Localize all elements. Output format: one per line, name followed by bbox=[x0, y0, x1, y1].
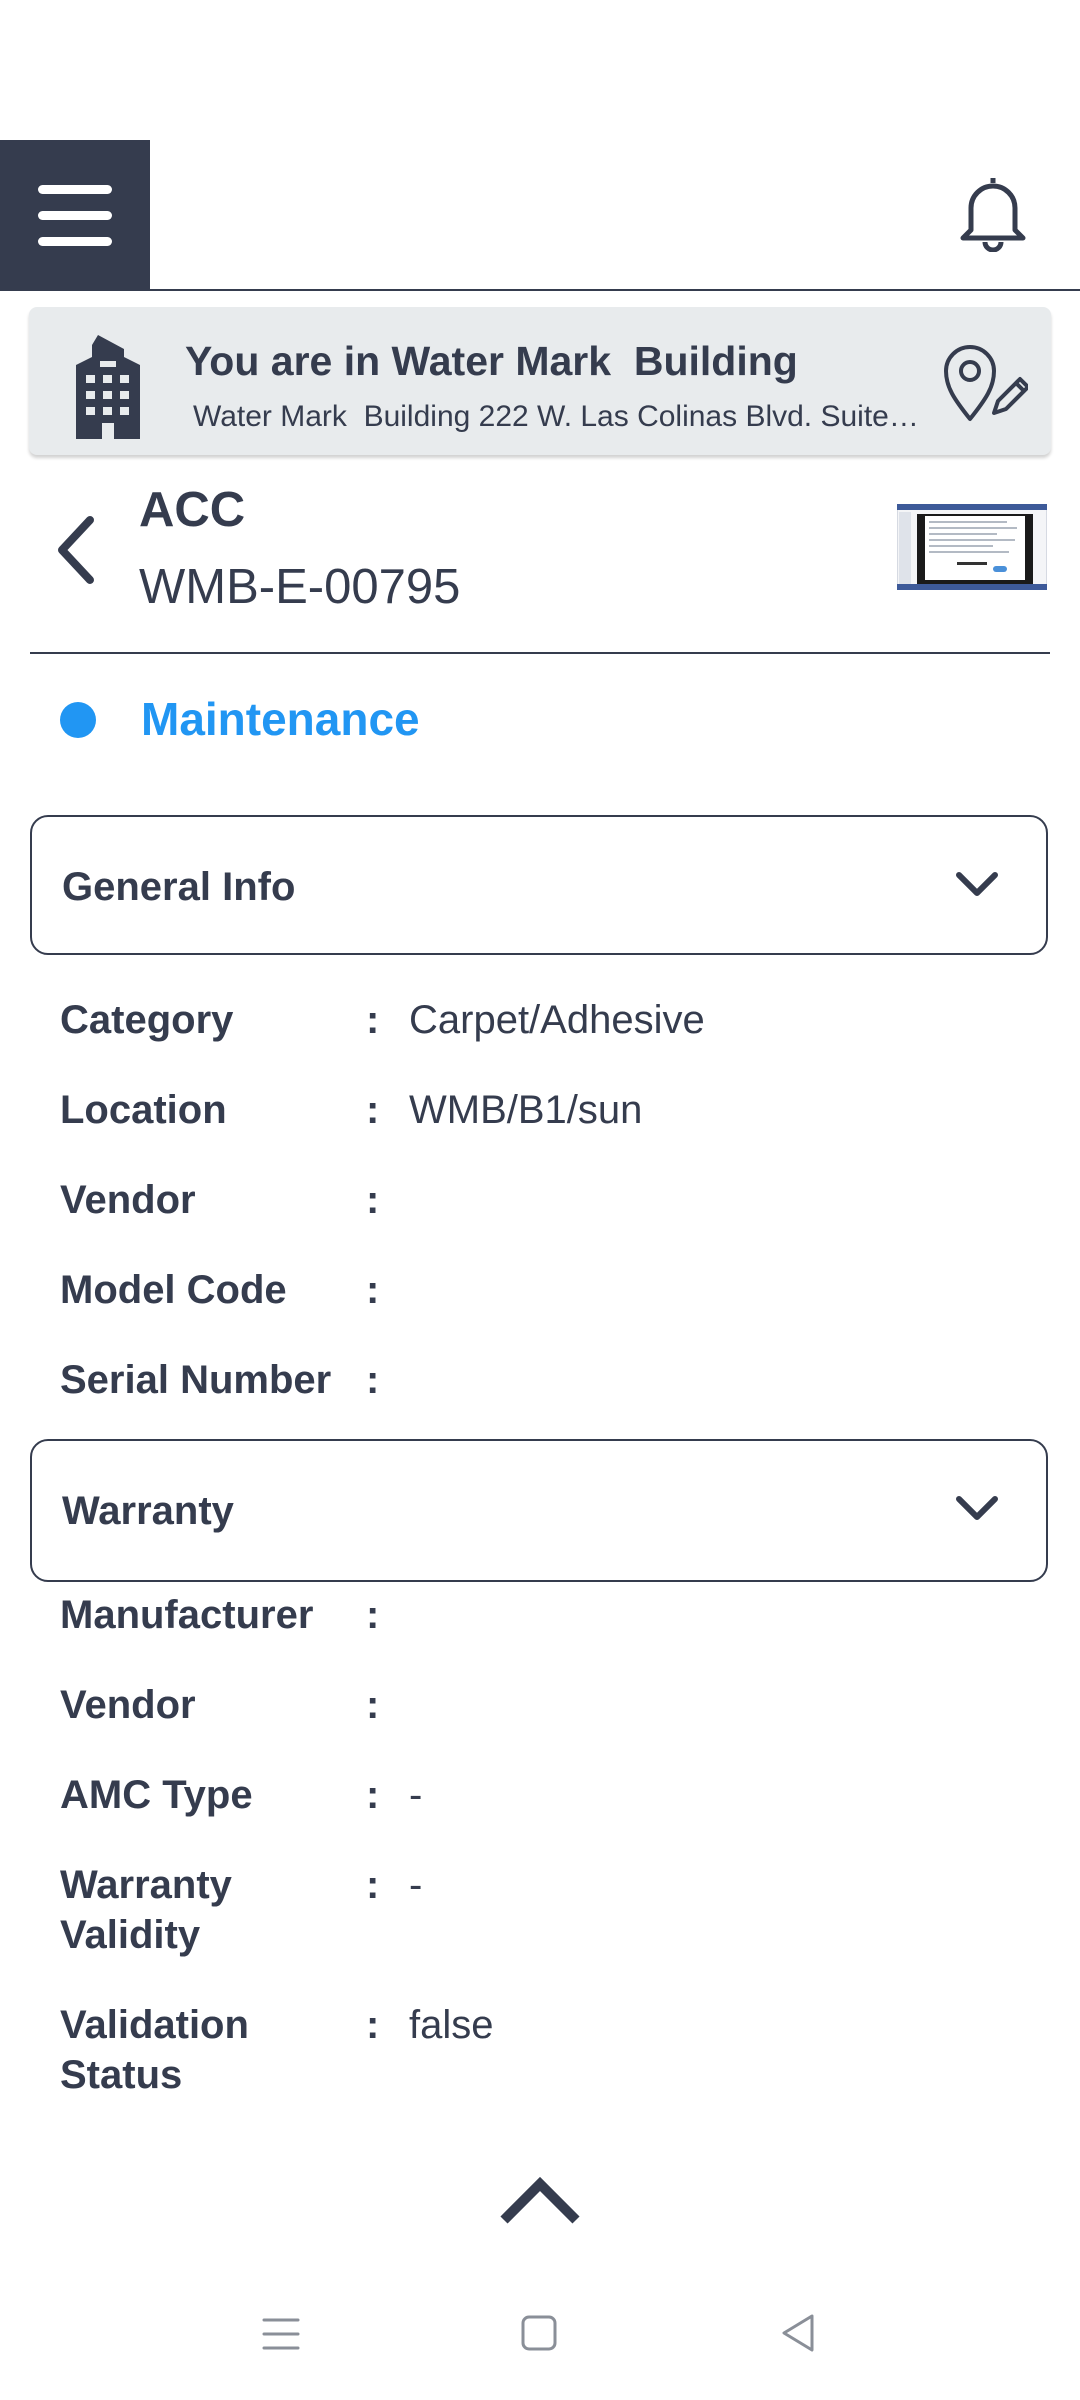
field-value: WMB/B1/sun bbox=[409, 1088, 643, 1132]
menu-button[interactable] bbox=[0, 140, 150, 290]
field-separator: : bbox=[366, 1773, 380, 1817]
field-value: - bbox=[409, 1863, 423, 1907]
field-label: Manufacturer bbox=[60, 1593, 314, 1637]
hamburger-line bbox=[38, 185, 112, 194]
location-pin-edit-icon[interactable] bbox=[942, 343, 1030, 423]
header-divider bbox=[30, 652, 1050, 654]
field-separator: : bbox=[366, 1358, 380, 1402]
scroll-to-top-chevron-icon[interactable] bbox=[498, 2172, 582, 2228]
field-separator: : bbox=[366, 1863, 380, 1907]
status-dot-icon bbox=[60, 702, 96, 738]
field-value: false bbox=[409, 2003, 494, 2047]
location-address: Water Mark Building 222 W. Las Colinas B… bbox=[193, 400, 923, 433]
section-title: Warranty bbox=[62, 1489, 234, 1533]
field-separator: : bbox=[366, 2003, 380, 2047]
warranty-accordion[interactable]: Warranty bbox=[30, 1439, 1048, 1582]
field-label: Vendor bbox=[60, 1178, 196, 1222]
asset-title: ACC bbox=[139, 483, 246, 537]
home-icon[interactable] bbox=[520, 2314, 558, 2352]
chevron-down-icon bbox=[954, 865, 1000, 905]
building-icon bbox=[70, 335, 146, 443]
system-back-icon[interactable] bbox=[780, 2312, 816, 2354]
field-label: Warranty Validity bbox=[60, 1863, 232, 1957]
field-label: Validation Status bbox=[60, 2003, 249, 2097]
chevron-down-icon bbox=[954, 1489, 1000, 1529]
field-label: Serial Number bbox=[60, 1358, 332, 1402]
notification-bell-icon[interactable] bbox=[956, 172, 1030, 253]
recent-apps-icon[interactable] bbox=[262, 2316, 300, 2352]
asset-image-thumbnail[interactable] bbox=[896, 503, 1048, 591]
status-label: Maintenance bbox=[141, 693, 420, 745]
field-label: Category bbox=[60, 998, 234, 1042]
field-separator: : bbox=[366, 1178, 380, 1222]
back-chevron-icon[interactable] bbox=[52, 510, 102, 590]
general-info-accordion[interactable]: General Info bbox=[30, 815, 1048, 955]
field-value: Carpet/Adhesive bbox=[409, 998, 705, 1042]
field-label: AMC Type bbox=[60, 1773, 253, 1817]
field-label: Location bbox=[60, 1088, 227, 1132]
field-value: - bbox=[409, 1773, 423, 1817]
header-divider bbox=[0, 289, 1080, 291]
field-separator: : bbox=[366, 1593, 380, 1637]
field-separator: : bbox=[366, 1268, 380, 1312]
hamburger-line bbox=[38, 211, 112, 220]
field-label: Vendor bbox=[60, 1683, 196, 1727]
field-label: Model Code bbox=[60, 1268, 287, 1312]
field-separator: : bbox=[366, 998, 380, 1042]
asset-code: WMB-E-00795 bbox=[139, 560, 461, 614]
field-separator: : bbox=[366, 1088, 380, 1132]
hamburger-line bbox=[38, 237, 112, 246]
section-title: General Info bbox=[62, 865, 296, 909]
location-title: You are in Water Mark Building bbox=[185, 338, 798, 384]
field-separator: : bbox=[366, 1683, 380, 1727]
